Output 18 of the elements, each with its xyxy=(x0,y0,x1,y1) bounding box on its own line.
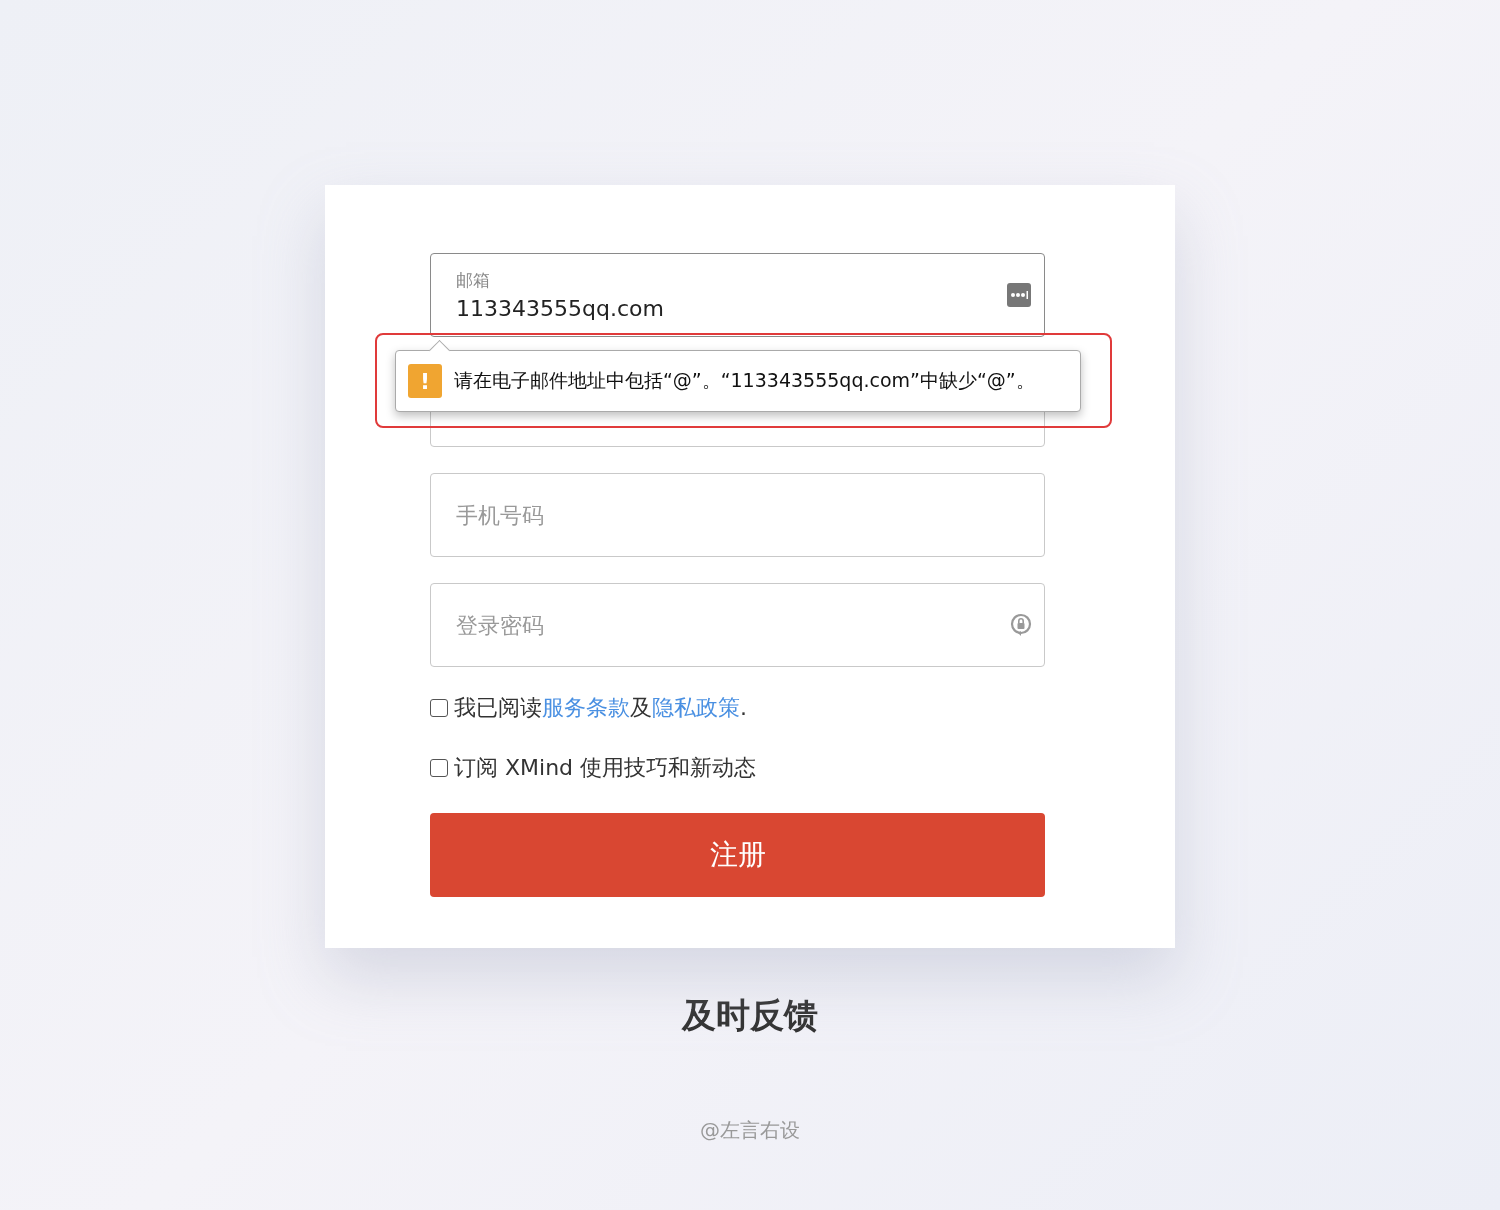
more-icon[interactable] xyxy=(1006,282,1032,308)
policy-link[interactable]: 服务条款 xyxy=(542,695,630,720)
warning-icon: ! xyxy=(408,364,442,398)
checkbox[interactable] xyxy=(430,759,448,777)
caption: 及时反馈 xyxy=(682,994,818,1037)
field-value: 113343555qq.com xyxy=(456,296,665,321)
input-field[interactable]: 手机号码 xyxy=(430,473,1045,557)
tooltip-message: 请在电子邮件地址中包括“@”。“113343555qq.com”中缺少“@”。 xyxy=(454,368,1035,393)
lock-icon[interactable] xyxy=(1009,612,1033,638)
checkbox-label: 订阅 XMind 使用技巧和新动态 xyxy=(454,754,757,782)
field-label: 邮箱 xyxy=(456,269,491,292)
checkbox[interactable] xyxy=(430,699,448,717)
register-button[interactable]: 注册 xyxy=(430,813,1045,897)
input-field[interactable]: 登录密码 xyxy=(430,583,1045,667)
credit: @左言右设 xyxy=(700,1117,800,1144)
checkbox-label: 我已阅读服务条款及隐私政策. xyxy=(454,694,747,722)
email-field[interactable]: 邮箱 113343555qq.com xyxy=(430,253,1045,337)
policy-link[interactable]: 隐私政策 xyxy=(652,695,740,720)
